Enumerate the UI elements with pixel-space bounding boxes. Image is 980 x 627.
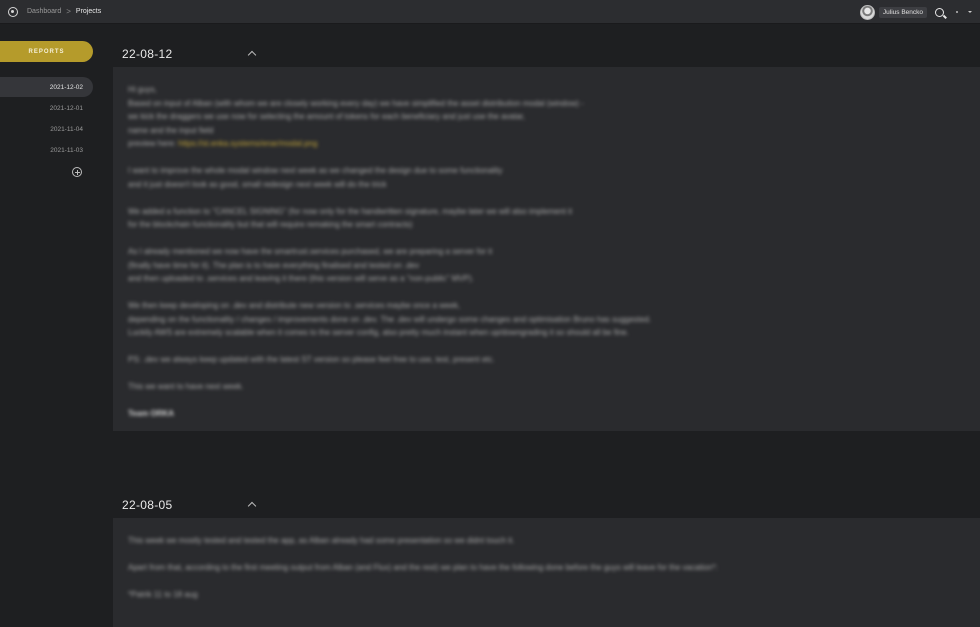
report-paragraph: PS: .dev we always keep updated with the… [128,355,495,364]
home-icon[interactable] [8,6,18,17]
report-paragraph: Apart from that, according to the first … [128,563,718,572]
report-paragraph: We then keep developing on .dev and dist… [128,301,652,337]
top-right-controls: Julius Bencko [859,0,972,24]
report-body: This week we mostly tested and tested th… [113,518,980,627]
collapse-chevron-up-icon[interactable] [247,50,257,60]
breadcrumb-separator-icon: > [66,7,71,16]
report-paragraph: This week we mostly tested and tested th… [128,536,515,545]
report-paragraph: Hi guys, Based on input of Alban (with w… [128,85,584,148]
sidebar-date-item[interactable]: 2021-11-03 [0,140,93,160]
report-text: This week we mostly tested and tested th… [113,518,980,627]
sidebar-date-item[interactable]: 2021-12-01 [0,98,93,118]
top-bar: Dashboard > Projects Julius Bencko [0,0,980,24]
sidebar: REPORTS 2021-12-02 2021-12-01 2021-11-04… [0,25,113,627]
more-icon[interactable] [956,11,958,13]
report-text: Hi guys, Based on input of Alban (with w… [113,67,980,437]
add-report-icon[interactable] [72,167,82,177]
sidebar-date-item[interactable]: 2021-11-04 [0,119,93,139]
collapse-chevron-up-icon[interactable] [247,501,257,511]
reports-button[interactable]: REPORTS [0,41,93,62]
report-paragraph: This we want to have next week. [128,382,244,391]
report-paragraph: We added a function to "CANCEL SIGNING" … [128,206,573,230]
breadcrumb-dashboard[interactable]: Dashboard [27,8,61,15]
report-date: 22-08-05 [122,498,173,512]
user-name[interactable]: Julius Bencko [878,6,927,18]
report-date: 22-08-12 [122,47,173,61]
chevron-down-icon[interactable] [968,11,972,13]
sidebar-date-item[interactable]: 2021-12-02 [0,77,93,97]
search-icon[interactable] [935,7,944,17]
report-paragraph: As I already mentioned we now have the s… [128,247,493,283]
report-paragraph: I want to improve the whole modal window… [128,166,503,189]
report-signature: Team ORKA [128,409,175,418]
report-paragraph: *Patrik 11 to 18 aug [128,590,198,599]
user-avatar[interactable] [859,4,875,20]
preview-link[interactable]: https://st.enka.systems/enar/modal.png [178,139,317,148]
report-body: Hi guys, Based on input of Alban (with w… [113,67,980,431]
breadcrumb-projects[interactable]: Projects [76,8,101,15]
